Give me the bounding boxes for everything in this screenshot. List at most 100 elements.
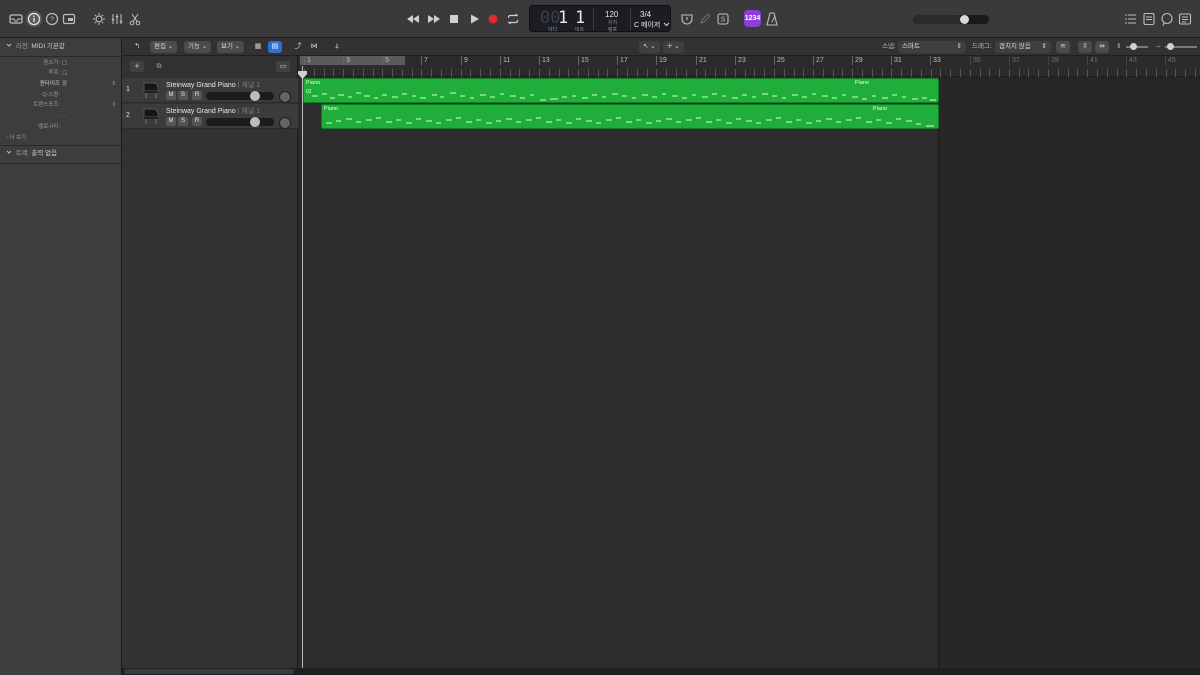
view-menu[interactable]: 보기 ⌄ xyxy=(217,41,245,53)
chevron-down-icon[interactable] xyxy=(663,15,670,33)
inspector-row-qswing[interactable]: Q-스윙: xyxy=(0,91,122,99)
flex-icon[interactable]: ⋈ xyxy=(307,41,321,53)
ruler-bar-number: 25 xyxy=(774,56,785,65)
count-in-button[interactable]: 1234 xyxy=(744,10,761,27)
lcd-display[interactable]: 00 1 1 마디 비트 120 유지 템포 3/4 C 메이저 xyxy=(529,5,671,33)
metronome-icon[interactable] xyxy=(764,11,780,27)
slider-knob[interactable] xyxy=(1130,43,1137,50)
mute-button[interactable]: M xyxy=(166,91,176,100)
tuner-icon[interactable] xyxy=(679,11,695,27)
toolbar-icon[interactable] xyxy=(61,11,77,27)
vertical-zoom-slider[interactable] xyxy=(1126,43,1148,50)
secondary-tool-menu[interactable]: ✛ ⌄ xyxy=(663,41,684,53)
fader-knob[interactable] xyxy=(250,117,260,127)
inspector-row-quantize[interactable]: 퀀타이즈 끔 ⇕ xyxy=(0,80,122,88)
loop-browser-icon[interactable] xyxy=(1159,11,1175,27)
mixer-icon[interactable] xyxy=(109,11,125,27)
play-button[interactable] xyxy=(467,12,481,26)
library-icon[interactable] xyxy=(8,11,24,27)
more-disclosure[interactable]: › 더 보기 xyxy=(0,134,122,142)
scroll-thumb[interactable] xyxy=(124,669,294,674)
rewind-button[interactable] xyxy=(406,12,420,26)
solo-icon[interactable]: S xyxy=(715,11,731,27)
solo-button[interactable]: S xyxy=(178,117,188,126)
list-editors-icon[interactable] xyxy=(1123,11,1139,27)
lcd-signature[interactable]: 3/4 xyxy=(640,10,651,19)
master-volume-knob[interactable] xyxy=(960,15,969,24)
fader-knob[interactable] xyxy=(250,91,260,101)
grid-view-icon[interactable]: ▦ xyxy=(251,41,265,53)
inspector-row-loop[interactable]: 루프: ▢ xyxy=(0,69,122,77)
ruler-tick xyxy=(314,69,315,77)
loop-checkbox[interactable]: ▢ xyxy=(62,69,67,77)
browser-icon[interactable] xyxy=(1177,11,1193,27)
snap-menu[interactable]: 스마트 ⇕ xyxy=(898,41,966,53)
catch-icon[interactable]: ⍋ xyxy=(330,41,344,53)
mute-checkbox[interactable]: ▢ xyxy=(62,59,67,67)
notepad-icon[interactable] xyxy=(1141,11,1157,27)
volume-fader[interactable] xyxy=(206,117,274,127)
stepper-icon[interactable]: ⇕ xyxy=(111,80,116,88)
cycle-button[interactable] xyxy=(506,12,520,26)
duplicate-track-icon[interactable]: ⧉ xyxy=(152,61,166,72)
lcd-beat: 1 xyxy=(575,8,586,28)
track-name[interactable]: Steinway Grand Piano | 채널 1 xyxy=(166,80,260,90)
track-row[interactable]: 1 Steinway Grand Piano | 채널 1 M S R xyxy=(122,78,298,103)
mute-button[interactable]: M xyxy=(166,117,176,126)
horizontal-scrollbar[interactable] xyxy=(122,668,1200,675)
playhead[interactable] xyxy=(302,66,303,668)
cycle-area[interactable] xyxy=(300,56,405,65)
logic-pro-window: ? 00 1 1 마디 비트 120 유지 템포 3/4 C 메이저 S 123… xyxy=(0,0,1200,675)
master-volume-slider[interactable] xyxy=(913,15,989,24)
waveform-zoom-icon[interactable]: ≋ xyxy=(1056,41,1070,53)
back-arrow-icon[interactable]: ↰ xyxy=(130,41,144,53)
stop-button[interactable] xyxy=(447,12,461,26)
slider-knob[interactable] xyxy=(1167,43,1174,50)
quick-help-icon[interactable]: ? xyxy=(44,11,60,27)
smart-controls-icon[interactable] xyxy=(91,11,107,27)
region-section-header[interactable]: 리전: MIDI 기본값 xyxy=(0,38,122,56)
ruler-tick xyxy=(490,69,491,77)
pan-knob[interactable] xyxy=(279,91,291,103)
record-enable-button[interactable]: R xyxy=(192,91,202,100)
tracks-area[interactable]: Piano 02 Piano Piano Piano xyxy=(300,77,1200,668)
fast-forward-button[interactable] xyxy=(427,12,441,26)
editors-scissors-icon[interactable] xyxy=(127,11,143,27)
inspector-row-transpose[interactable]: 트랜스포즈: ⇕ xyxy=(0,101,122,109)
automation-icon[interactable]: ⤴ xyxy=(291,41,305,53)
ruler-tick xyxy=(421,69,422,77)
ruler-tick xyxy=(627,69,628,77)
drag-menu[interactable]: 겹치지 않음 ⇕ xyxy=(995,41,1051,53)
record-enable-button[interactable]: R xyxy=(192,117,202,126)
inspector-icon[interactable] xyxy=(26,11,42,27)
lcd-key[interactable]: C 메이저 xyxy=(634,20,660,30)
vertical-zoom-icon[interactable]: ⇳ xyxy=(1078,41,1092,53)
ruler-bar-number: 21 xyxy=(696,56,707,65)
inspector-row-mute[interactable]: 음소거: ▢ xyxy=(0,59,122,67)
edit-menu[interactable]: 편집 ⌄ xyxy=(150,41,178,53)
tracks-view-icon[interactable]: ▤ xyxy=(268,41,282,53)
track-name[interactable]: Steinway Grand Piano | 채널 1 xyxy=(166,106,260,116)
playhead-handle[interactable] xyxy=(298,66,307,79)
solo-button[interactable]: S xyxy=(178,91,188,100)
functions-menu[interactable]: 기능 ⌄ xyxy=(184,41,212,53)
midi-region[interactable]: Piano Piano xyxy=(321,104,939,129)
inspector-row-velocity[interactable]: 벨로시티: xyxy=(0,123,122,131)
horizontal-zoom-slider[interactable] xyxy=(1165,43,1197,50)
lcd-tempo[interactable]: 120 xyxy=(605,10,618,19)
track-row[interactable]: 2 Steinway Grand Piano | 채널 1 M S R xyxy=(122,104,298,129)
record-button[interactable] xyxy=(486,12,500,26)
track-section-header[interactable]: 트랙: 출력 없음 xyxy=(0,145,122,163)
pan-knob[interactable] xyxy=(279,117,291,129)
quantize-value[interactable]: 끔 xyxy=(62,80,67,88)
ruler-tick xyxy=(333,69,334,77)
pointer-tool-menu[interactable]: ↖ ⌄ xyxy=(639,41,660,53)
horizontal-fit-icon[interactable]: ⇹ xyxy=(1095,41,1109,53)
pencil-icon[interactable] xyxy=(697,11,713,27)
midi-region[interactable]: Piano 02 Piano xyxy=(303,78,939,103)
bar-ruler[interactable]: 1 3 5 7 9 11 13 15 17 19 21 23 25 27 29 31 33 35 37 39 41 43 4… xyxy=(300,56,1200,77)
add-track-button[interactable]: + xyxy=(130,61,144,72)
volume-fader[interactable] xyxy=(206,91,274,101)
stepper-icon[interactable]: ⇕ xyxy=(111,101,116,109)
global-tracks-icon[interactable]: ▭ xyxy=(276,61,290,72)
